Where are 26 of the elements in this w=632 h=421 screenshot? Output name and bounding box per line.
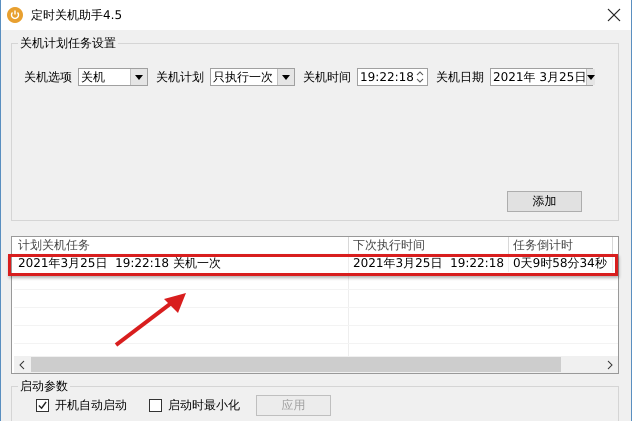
caret-icon [282,74,290,80]
table-cell: 2021年3月25日 19:22:18 关机一次 [14,254,349,272]
checkbox-label: 启动时最小化 [168,397,240,414]
caret-icon [587,74,596,80]
window-title: 定时关机助手4.5 [31,6,124,24]
field-label: 关机时间 [303,68,351,86]
checkbox[interactable] [36,399,49,412]
power-icon [7,7,23,23]
field-label: 关机计划 [156,68,204,86]
checkbox[interactable] [149,399,162,412]
field-label: 关机选项 [24,68,72,86]
field-label: 关机日期 [436,68,484,86]
group-title: 启动参数 [18,379,70,393]
dropdown[interactable]: 关机 [78,68,148,86]
spinner-icon [416,70,424,84]
table-cell: 0天9时58分34秒 [509,254,613,272]
dropdown[interactable]: 只执行一次 [210,68,295,86]
table-cell: 2021年3月25日 19:22:18 [349,254,509,272]
close-icon[interactable] [607,8,621,22]
caret-icon [135,74,143,80]
checkbox-label: 开机自动启动 [55,397,127,414]
add-button[interactable]: 添加 [507,191,582,212]
group-title: 关机计划任务设置 [18,36,118,50]
horizontal-scrollbar[interactable] [14,356,618,373]
dropdown[interactable]: 2021年 3月25日 [490,68,593,86]
time-field[interactable]: 19:22:18 [357,68,428,86]
